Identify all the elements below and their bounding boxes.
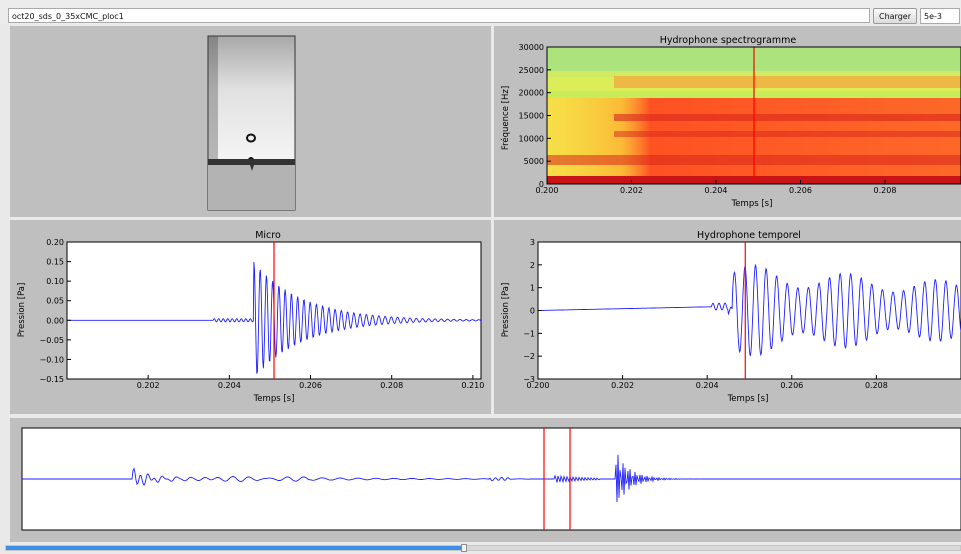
micro-ytick: −0.05	[39, 336, 64, 345]
hydro-xtick: 0.208	[865, 381, 888, 390]
file-name-input[interactable]: oct20_sds_0_35xCMC_ploc1	[8, 8, 870, 23]
micro-ytick: 0.05	[46, 297, 64, 306]
micro-ytick: −0.10	[39, 355, 64, 364]
micro-xlabel: Temps [s]	[253, 394, 295, 404]
toolbar: oct20_sds_0_35xCMC_ploc1 Charger 5e-3	[0, 0, 961, 24]
micro-xtick: 0.210	[461, 381, 484, 390]
spectrogram-xtick: 0.204	[705, 186, 728, 195]
time-slider[interactable]	[5, 544, 961, 552]
overview-panel	[10, 418, 961, 542]
spectrogram-ytick: 15000	[519, 112, 544, 121]
camera-image	[207, 35, 296, 211]
time-slider-handle[interactable]	[460, 544, 467, 552]
spectrogram-ytick: 25000	[519, 66, 544, 75]
camera-panel	[10, 26, 491, 217]
spectrogram-title: Hydrophone spectrogramme	[660, 35, 797, 46]
spectrogram-chart: Hydrophone spectrogramme 0.200 0.202 0.204…	[500, 35, 961, 209]
micro-chart: Micro 0.202 0.204 0.206 0.208 0.210 −0.15 −0.1…	[17, 230, 484, 404]
hydro-panel: Hydrophone temporel 0.200 0.202 0.204 0.206…	[494, 220, 961, 414]
hydro-ylabel: Pression [Pa]	[501, 283, 511, 338]
micro-xtick: 0.206	[299, 381, 322, 390]
micro-panel: Micro 0.202 0.204 0.206 0.208 0.210 −0.15 −0.1…	[10, 220, 491, 414]
micro-xtick: 0.208	[380, 381, 403, 390]
hydro-title: Hydrophone temporel	[697, 230, 801, 241]
hydro-ytick: 2	[530, 261, 535, 270]
spectrogram-xlabel: Temps [s]	[731, 199, 773, 209]
micro-xtick: 0.204	[218, 381, 241, 390]
hydro-ytick: −2	[523, 352, 535, 361]
time-slider-fill	[6, 546, 464, 550]
hydro-ytick: 1	[530, 284, 535, 293]
micro-xtick: 0.202	[137, 381, 160, 390]
micro-ytick: 0.15	[46, 258, 64, 267]
spectrogram-panel: Hydrophone spectrogramme 0.200 0.202 0.204…	[494, 26, 961, 217]
spectrogram-ytick: 0	[539, 180, 544, 189]
spectrogram-xtick: 0.206	[789, 186, 812, 195]
spectrogram-xtick: 0.202	[620, 186, 643, 195]
load-button[interactable]: Charger	[873, 8, 917, 24]
spectrogram-ytick: 10000	[519, 134, 544, 143]
hydro-xtick: 0.206	[780, 381, 803, 390]
micro-ytick: 0.00	[46, 316, 64, 325]
hydro-xtick: 0.202	[611, 381, 634, 390]
hydro-xlabel: Temps [s]	[727, 394, 769, 404]
hydro-chart: Hydrophone temporel 0.200 0.202 0.204 0.206…	[501, 230, 961, 404]
hydro-ytick: −3	[523, 375, 535, 384]
overview-chart[interactable]	[10, 418, 961, 542]
spectrogram-xtick: 0.208	[874, 186, 897, 195]
hydro-xtick: 0.204	[696, 381, 719, 390]
spectrogram-ylabel: Fréquence [Hz]	[500, 86, 511, 150]
micro-ylabel: Pression [Pa]	[17, 283, 27, 338]
spectrogram-plot	[546, 46, 961, 185]
spectrogram-ytick: 5000	[524, 157, 544, 166]
micro-ytick: 0.20	[46, 238, 64, 247]
hydro-ytick: −1	[523, 329, 535, 338]
spectrogram-ytick: 20000	[519, 89, 544, 98]
hydro-ytick: 0	[530, 307, 535, 316]
micro-ytick: −0.15	[39, 375, 64, 384]
threshold-input[interactable]: 5e-3	[920, 8, 960, 24]
micro-ytick: 0.10	[46, 277, 64, 286]
hydro-ytick: 3	[530, 238, 535, 247]
micro-title: Micro	[255, 230, 281, 241]
hydro-plot-area	[537, 241, 961, 380]
spectrogram-ytick: 30000	[519, 43, 544, 52]
